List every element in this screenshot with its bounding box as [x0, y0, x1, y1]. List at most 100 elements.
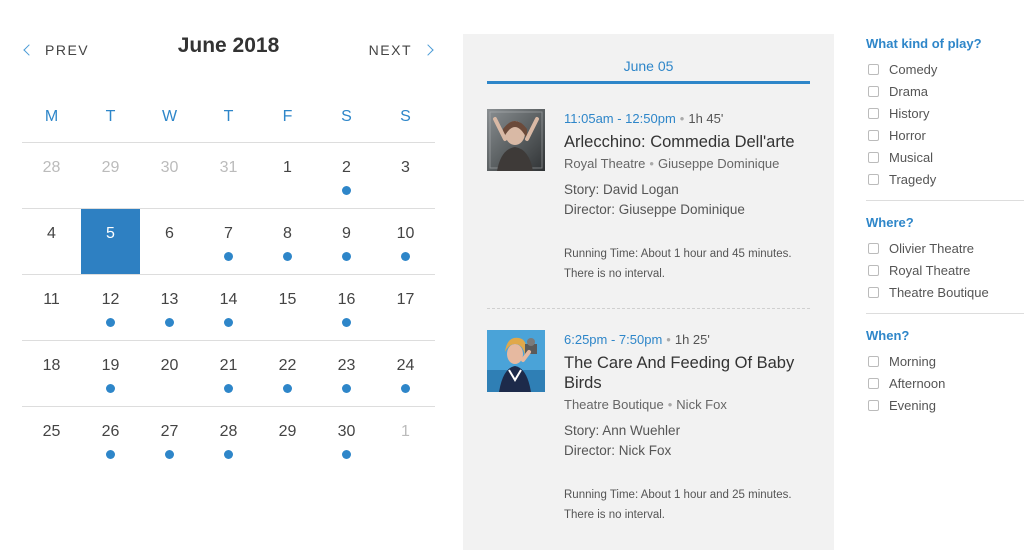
calendar-day[interactable]: 24	[376, 341, 435, 406]
event-title[interactable]: The Care And Feeding Of Baby Birds	[564, 353, 817, 393]
weekday-label: F	[282, 108, 293, 125]
calendar-day[interactable]: 18	[22, 341, 81, 406]
calendar-day[interactable]: 29	[81, 143, 140, 208]
calendar-day[interactable]: 9	[317, 209, 376, 274]
calendar-day[interactable]: 11	[22, 275, 81, 340]
calendar-day[interactable]: 22	[258, 341, 317, 406]
calendar-day[interactable]: 31	[199, 143, 258, 208]
checkbox[interactable]	[868, 264, 879, 276]
calendar-day[interactable]: 6	[140, 209, 199, 274]
checkbox[interactable]	[868, 377, 879, 389]
checkbox[interactable]	[868, 107, 879, 119]
day-number: 27	[160, 423, 179, 440]
checkbox[interactable]	[868, 85, 879, 97]
filter-option-label: Theatre Boutique	[889, 284, 989, 300]
event-venue: Royal Theatre	[564, 156, 646, 171]
event-story: Story: David Logan	[564, 182, 679, 197]
calendar-day[interactable]: 4	[22, 209, 81, 274]
day-number: 30	[160, 159, 179, 176]
filter-option-history[interactable]: History	[866, 102, 1024, 124]
calendar-day[interactable]: 1	[258, 143, 317, 208]
day-number: 23	[337, 357, 356, 374]
event-indicator-dot	[224, 384, 233, 393]
calendar-day[interactable]: 12	[81, 275, 140, 340]
event-details: 11:05am - 12:50pm • 1h 45' Arlecchino: Com…	[564, 111, 817, 284]
filter-options: Olivier Theatre Royal Theatre Theatre Bout…	[866, 237, 1024, 303]
day-number: 28	[219, 423, 238, 440]
event-thumbnail[interactable]	[487, 109, 545, 171]
event-indicator-dot	[342, 450, 351, 459]
calendar-day[interactable]: 26	[81, 407, 140, 473]
calendar-day[interactable]: 1	[376, 407, 435, 473]
filter-group-kind: What kind of play? Comedy Drama History Hor…	[866, 36, 1024, 200]
checkbox[interactable]	[868, 242, 879, 254]
date-tab[interactable]: June 05	[487, 58, 810, 74]
calendar-day[interactable]: 28	[199, 407, 258, 473]
calendar-day[interactable]: 3	[376, 143, 435, 208]
checkbox[interactable]	[868, 63, 879, 75]
filter-option-label: Afternoon	[889, 375, 946, 391]
filter-option-theatre-boutique[interactable]: Theatre Boutique	[866, 281, 1024, 303]
calendar-day[interactable]: 19	[81, 341, 140, 406]
day-number: 4	[47, 225, 56, 242]
calendar-day[interactable]: 21	[199, 341, 258, 406]
calendar-day[interactable]: 16	[317, 275, 376, 340]
filter-option-musical[interactable]: Musical	[866, 146, 1024, 168]
separator-dot: •	[666, 332, 671, 347]
checkbox[interactable]	[868, 399, 879, 411]
weekday-label: T	[223, 108, 234, 125]
calendar-day[interactable]: 29	[258, 407, 317, 473]
event-title[interactable]: Arlecchino: Commedia Dell'arte	[564, 132, 817, 152]
calendar-day[interactable]: 7	[199, 209, 258, 274]
next-month-button[interactable]: NEXT	[369, 42, 435, 58]
calendar-day[interactable]: 30	[140, 143, 199, 208]
calendar-day[interactable]: 27	[140, 407, 199, 473]
day-number: 5	[106, 225, 115, 242]
day-number: 25	[42, 423, 61, 440]
calendar-day[interactable]: 30	[317, 407, 376, 473]
day-number: 15	[278, 291, 297, 308]
calendar-day[interactable]: 2	[317, 143, 376, 208]
filter-option-tragedy[interactable]: Tragedy	[866, 168, 1024, 190]
calendar-day[interactable]: 13	[140, 275, 199, 340]
event-time-range: 11:05am - 12:50pm	[564, 111, 676, 126]
filter-option-drama[interactable]: Drama	[866, 80, 1024, 102]
checkbox[interactable]	[868, 173, 879, 185]
filter-option-afternoon[interactable]: Afternoon	[866, 372, 1024, 394]
checkbox[interactable]	[868, 355, 879, 367]
filter-option-royal-theatre[interactable]: Royal Theatre	[866, 259, 1024, 281]
event-indicator-dot	[165, 318, 174, 327]
checkbox[interactable]	[868, 286, 879, 298]
calendar-day[interactable]: 25	[22, 407, 81, 473]
day-number: 19	[101, 357, 120, 374]
calendar-day[interactable]: 14	[199, 275, 258, 340]
calendar-day[interactable]: 10	[376, 209, 435, 274]
event-thumbnail[interactable]	[487, 330, 545, 392]
events-panel: June 05 11:05am - 12:50pm • 1h 45' Arlec…	[463, 34, 834, 550]
filter-option-olivier-theatre[interactable]: Olivier Theatre	[866, 237, 1024, 259]
calendar-day[interactable]: 17	[376, 275, 435, 340]
event-indicator-dot	[342, 384, 351, 393]
calendar-day[interactable]: 15	[258, 275, 317, 340]
weekday-label: T	[105, 108, 116, 125]
filter-option-horror[interactable]: Horror	[866, 124, 1024, 146]
event-indicator-dot	[224, 450, 233, 459]
filter-heading: What kind of play?	[866, 36, 982, 51]
day-number: 12	[101, 291, 120, 308]
calendar-day[interactable]: 8	[258, 209, 317, 274]
filter-option-morning[interactable]: Morning	[866, 350, 1024, 372]
calendar-day[interactable]: 28	[22, 143, 81, 208]
day-number: 26	[101, 423, 120, 440]
calendar-day[interactable]: 20	[140, 341, 199, 406]
separator-dot: •	[679, 111, 685, 126]
event-running-info: Running Time: About 1 hour and 45 minute…	[564, 244, 817, 284]
checkbox[interactable]	[868, 151, 879, 163]
calendar-day[interactable]: 23	[317, 341, 376, 406]
filter-option-evening[interactable]: Evening	[866, 394, 1024, 416]
calendar-day-selected[interactable]: 5	[81, 209, 140, 274]
event-indicator-dot	[106, 384, 115, 393]
filter-option-label: Comedy	[889, 61, 938, 77]
day-number: 10	[396, 225, 415, 242]
filter-option-comedy[interactable]: Comedy	[866, 58, 1024, 80]
checkbox[interactable]	[868, 129, 879, 141]
